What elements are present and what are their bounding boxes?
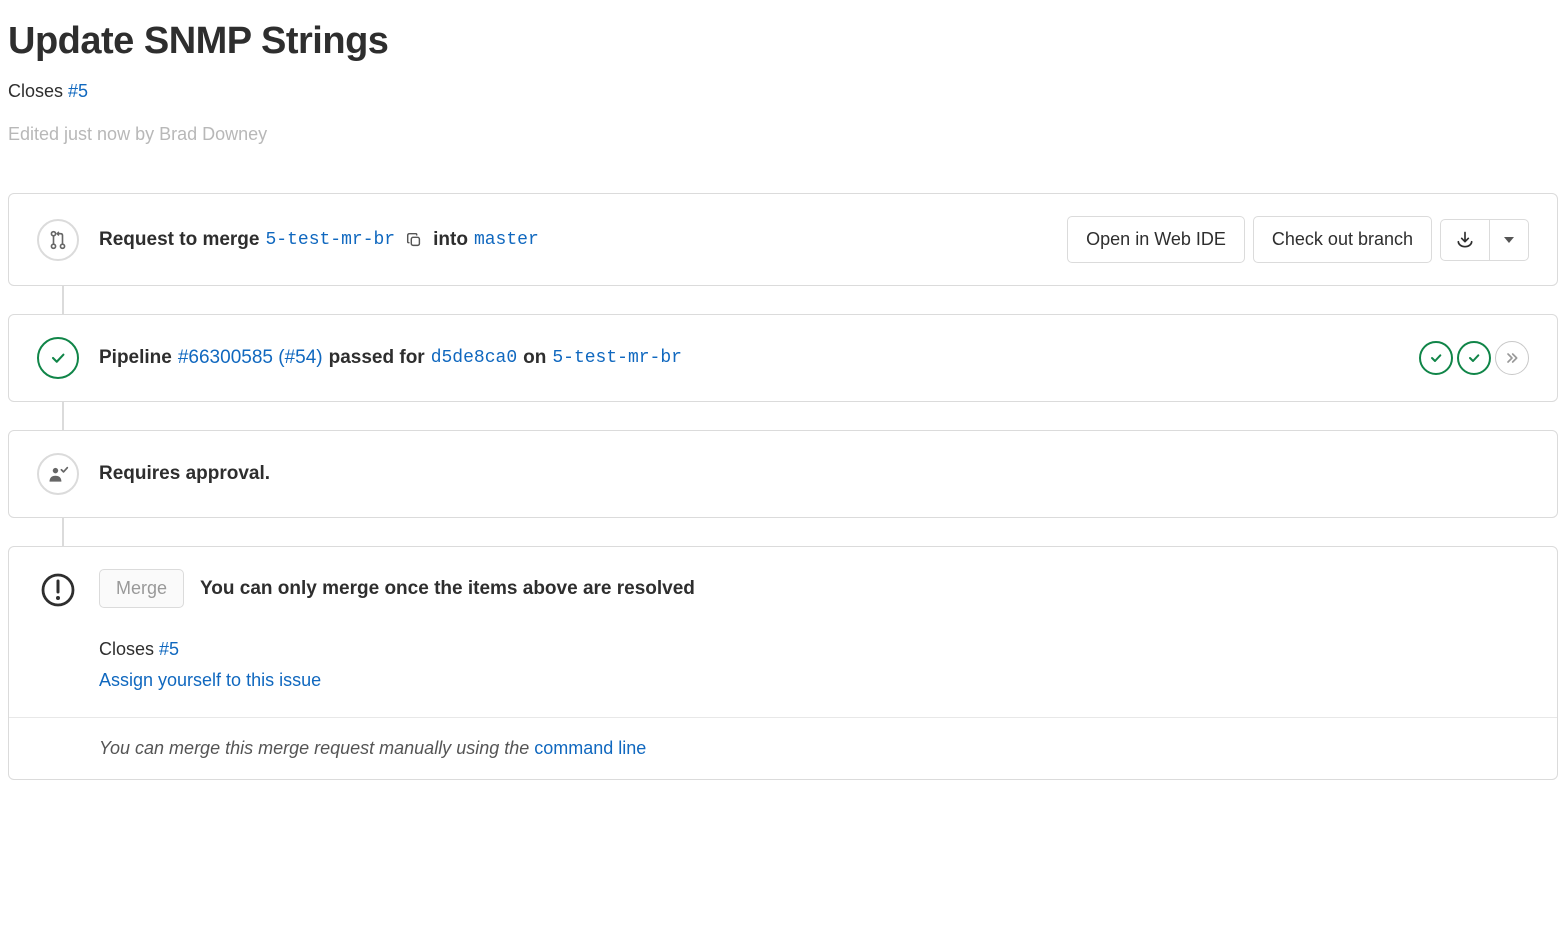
pipeline-id-link[interactable]: #66300585 (#54) bbox=[178, 347, 323, 369]
merge-closes-block: Closes #5 Assign yourself to this issue bbox=[9, 621, 1557, 701]
approval-icon bbox=[37, 453, 79, 495]
stage-more-icon[interactable] bbox=[1495, 341, 1529, 375]
pipeline-passed-label: passed for bbox=[329, 347, 425, 369]
chevron-down-icon bbox=[1504, 237, 1514, 243]
copy-branch-icon[interactable] bbox=[401, 231, 427, 249]
edited-author: Brad Downey bbox=[159, 124, 267, 144]
pipeline-panel: Pipeline #66300585 (#54) passed for d5de… bbox=[8, 314, 1558, 402]
pipeline-label: Pipeline bbox=[99, 347, 172, 369]
warning-icon bbox=[37, 569, 79, 611]
merge-closes-label: Closes bbox=[99, 639, 154, 659]
pipeline-passed-icon bbox=[37, 337, 79, 379]
on-label: on bbox=[523, 347, 546, 369]
connector bbox=[8, 286, 1558, 314]
approval-label: Requires approval. bbox=[99, 463, 270, 485]
merge-request-icon bbox=[37, 219, 79, 261]
download-dropdown-button[interactable] bbox=[1489, 219, 1529, 261]
open-web-ide-button[interactable]: Open in Web IDE bbox=[1067, 216, 1245, 263]
edited-info: Edited just now by Brad Downey bbox=[8, 124, 1558, 145]
closes-line: Closes #5 bbox=[8, 81, 1558, 102]
merge-actions: Open in Web IDE Check out branch bbox=[1067, 216, 1529, 263]
mr-title: Update SNMP Strings bbox=[8, 20, 1558, 63]
download-button[interactable] bbox=[1440, 219, 1489, 261]
merge-closes-issue-link[interactable]: #5 bbox=[159, 639, 179, 659]
merge-button: Merge bbox=[99, 569, 184, 608]
target-branch-link[interactable]: master bbox=[474, 230, 539, 250]
approval-panel: Requires approval. bbox=[8, 430, 1558, 518]
pipeline-stage-icons bbox=[1419, 341, 1529, 375]
into-label: into bbox=[433, 229, 468, 251]
closes-label: Closes bbox=[8, 81, 63, 101]
pipeline-branch-link[interactable]: 5-test-mr-br bbox=[552, 348, 682, 368]
closes-issue-link[interactable]: #5 bbox=[68, 81, 88, 101]
manual-merge-block: You can merge this merge request manuall… bbox=[9, 717, 1557, 779]
connector bbox=[8, 402, 1558, 430]
command-line-link[interactable]: command line bbox=[534, 738, 646, 758]
merge-blocked-msg: You can only merge once the items above … bbox=[200, 578, 695, 600]
commit-link[interactable]: d5de8ca0 bbox=[431, 348, 517, 368]
source-branch-link[interactable]: 5-test-mr-br bbox=[265, 230, 395, 250]
stage-passed-icon[interactable] bbox=[1457, 341, 1491, 375]
request-merge-label: Request to merge bbox=[99, 229, 259, 251]
assign-yourself-link[interactable]: Assign yourself to this issue bbox=[99, 670, 321, 690]
merge-panel: Merge You can only merge once the items … bbox=[8, 546, 1558, 780]
connector bbox=[8, 518, 1558, 546]
stage-passed-icon[interactable] bbox=[1419, 341, 1453, 375]
request-merge-panel: Request to merge 5-test-mr-br into maste… bbox=[8, 193, 1558, 286]
checkout-branch-button[interactable]: Check out branch bbox=[1253, 216, 1432, 263]
